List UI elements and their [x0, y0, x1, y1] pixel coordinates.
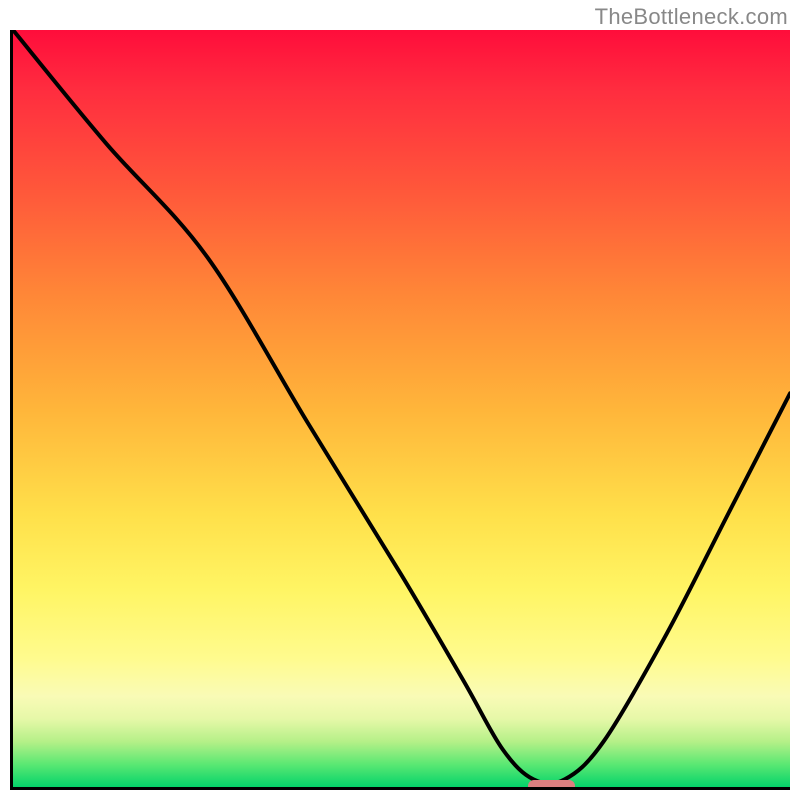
chart-container: TheBottleneck.com	[0, 0, 800, 800]
plot-area	[10, 30, 790, 790]
bottleneck-curve	[13, 30, 790, 787]
curve-path	[13, 30, 790, 784]
optimal-range-marker	[528, 780, 575, 790]
watermark-text: TheBottleneck.com	[595, 4, 788, 30]
